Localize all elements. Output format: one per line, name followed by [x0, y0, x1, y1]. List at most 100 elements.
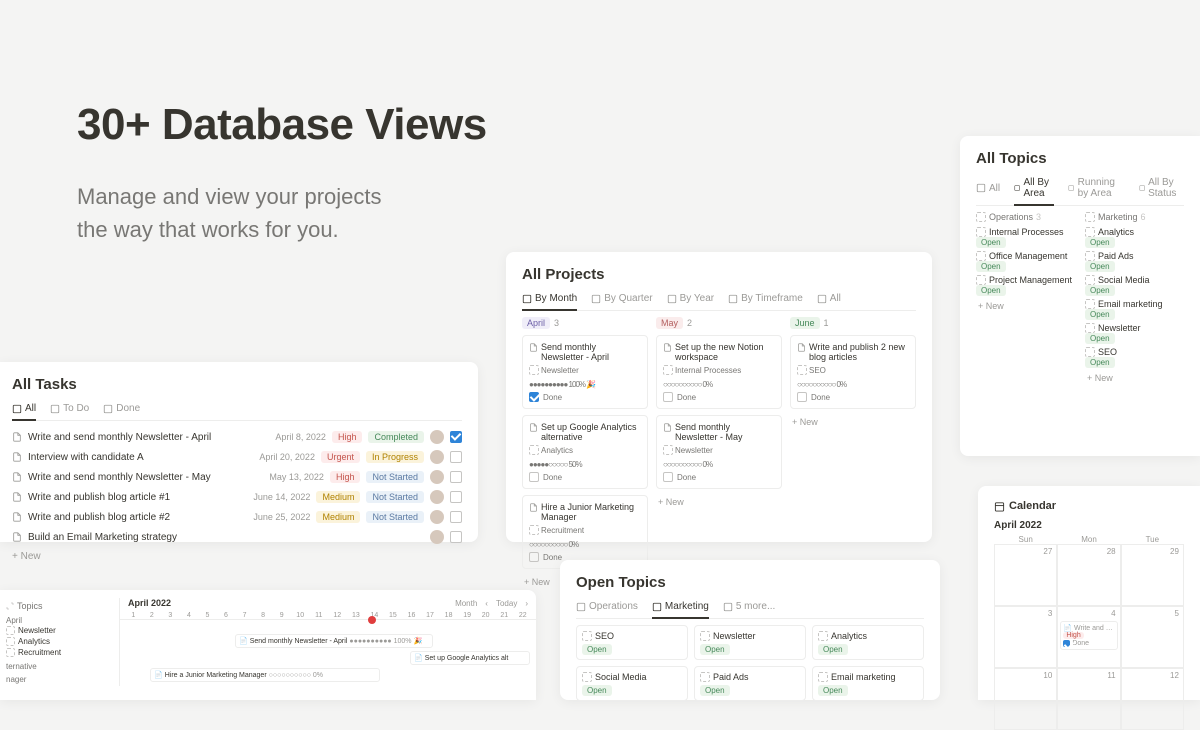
- project-done-label: Done: [677, 393, 696, 402]
- calendar-cell[interactable]: 28: [1057, 544, 1120, 606]
- calendar-cell[interactable]: 11: [1057, 668, 1120, 730]
- project-done-checkbox[interactable]: [663, 472, 673, 482]
- timeline-scale-button[interactable]: Month: [455, 599, 477, 608]
- timeline-bar[interactable]: 📄 Send monthly Newsletter - April ●●●●●●…: [235, 634, 433, 648]
- calendar-cell[interactable]: 3: [994, 606, 1057, 668]
- project-done-label: Done: [543, 473, 562, 482]
- task-row[interactable]: Build an Email Marketing strategy: [12, 527, 462, 547]
- task-checkbox[interactable]: [450, 451, 462, 463]
- timeline-prev-button[interactable]: ‹: [485, 599, 488, 608]
- topic-item[interactable]: Office ManagementOpen: [976, 251, 1075, 271]
- timeline-bar[interactable]: 📄 Hire a Junior Marketing Manager ○○○○○○…: [150, 668, 380, 682]
- view-icon: [591, 294, 601, 304]
- calendar-cell[interactable]: 4📄 Write and send...HighDone: [1057, 606, 1120, 668]
- calendar-cell[interactable]: 12: [1121, 668, 1184, 730]
- task-name: Write and publish blog article #2: [28, 512, 240, 523]
- topic-item[interactable]: Project ManagementOpen: [976, 275, 1075, 295]
- project-card[interactable]: Write and publish 2 new blog articlesSEO…: [790, 335, 916, 409]
- projects-tab-by-quarter[interactable]: By Quarter: [591, 293, 652, 304]
- timeline-group-item[interactable]: Newsletter: [6, 625, 113, 636]
- task-checkbox[interactable]: [450, 471, 462, 483]
- task-checkbox[interactable]: [450, 531, 462, 543]
- topics-tab-running-by-area[interactable]: Running by Area: [1068, 177, 1124, 199]
- task-checkbox[interactable]: [450, 431, 462, 443]
- project-card[interactable]: Send monthly Newsletter - MayNewsletter○…: [656, 415, 782, 489]
- tasks-tab-all[interactable]: All: [12, 403, 36, 421]
- topics-tab-all-by-status[interactable]: All By Status: [1139, 177, 1184, 199]
- topic-add-button[interactable]: + New: [1085, 371, 1184, 385]
- project-card[interactable]: Hire a Junior Marketing ManagerRecruitme…: [522, 495, 648, 569]
- task-status: In Progress: [366, 451, 424, 463]
- open-topics-tabs: Operations Marketing 5 more...: [576, 601, 924, 619]
- projects-tab-by-timeframe[interactable]: By Timeframe: [728, 293, 803, 304]
- projects-tab-by-month[interactable]: By Month: [522, 293, 577, 311]
- tasks-tab-to-do[interactable]: To Do: [50, 403, 89, 414]
- topics-tab-all[interactable]: All: [976, 177, 1000, 199]
- tasks-tab-done[interactable]: Done: [103, 403, 140, 414]
- topic-item[interactable]: AnalyticsOpen: [1085, 227, 1184, 247]
- open-topic-item[interactable]: NewsletterOpen: [694, 625, 806, 660]
- hero-title: 30+ Database Views: [77, 100, 487, 150]
- calendar-cell[interactable]: 10: [994, 668, 1057, 730]
- topic-item[interactable]: Paid AdsOpen: [1085, 251, 1184, 271]
- task-checkbox[interactable]: [450, 511, 462, 523]
- document-icon: [663, 423, 672, 432]
- calendar-event[interactable]: 📄 Write and send...HighDone: [1060, 621, 1117, 650]
- task-row[interactable]: Write and publish blog article #2June 25…: [12, 507, 462, 527]
- timeline-chart[interactable]: April 2022 Month ‹ Today › 1234567891011…: [120, 598, 536, 686]
- project-card[interactable]: Set up Google Analytics alternativeAnaly…: [522, 415, 648, 489]
- document-icon: [12, 472, 22, 482]
- project-done-checkbox[interactable]: [529, 392, 539, 402]
- task-row[interactable]: Write and publish blog article #1June 14…: [12, 487, 462, 507]
- timeline-group-item[interactable]: Analytics: [6, 636, 113, 647]
- task-priority: Urgent: [321, 451, 360, 463]
- timeline-group-item[interactable]: Recruitment: [6, 647, 113, 658]
- all-topics-title: All Topics: [976, 150, 1184, 167]
- all-topics-card: All Topics All All By Area Running by Area…: [960, 136, 1200, 456]
- calendar-cell[interactable]: 27: [994, 544, 1057, 606]
- projects-tab-all[interactable]: All: [817, 293, 841, 304]
- topic-item[interactable]: Social MediaOpen: [1085, 275, 1184, 295]
- project-add-button[interactable]: + New: [656, 495, 782, 509]
- timeline-bar[interactable]: 📄 Set up Google Analytics alt: [410, 651, 530, 665]
- project-card[interactable]: Set up the new Notion workspaceInternal …: [656, 335, 782, 409]
- task-row[interactable]: Write and send monthly Newsletter - MayM…: [12, 467, 462, 487]
- view-icon: [1139, 183, 1145, 193]
- task-row[interactable]: Write and send monthly Newsletter - Apri…: [12, 427, 462, 447]
- open-topic-item[interactable]: SEOOpen: [576, 625, 688, 660]
- topics-tab-all-by-area[interactable]: All By Area: [1014, 177, 1054, 206]
- task-checkbox[interactable]: [450, 491, 462, 503]
- timeline-sidebar: Topics AprilNewsletterAnalyticsRecruitme…: [0, 598, 120, 686]
- task-row[interactable]: Interview with candidate AApril 20, 2022…: [12, 447, 462, 467]
- task-priority: High: [330, 471, 361, 483]
- project-done-checkbox[interactable]: [529, 552, 539, 562]
- open-topic-item[interactable]: AnalyticsOpen: [812, 625, 924, 660]
- open-topics-tab[interactable]: Operations: [576, 601, 638, 612]
- project-add-button[interactable]: + New: [790, 415, 916, 429]
- open-topic-item[interactable]: Paid AdsOpen: [694, 666, 806, 701]
- timeline-today-button[interactable]: Today: [496, 599, 517, 608]
- topic-item[interactable]: NewsletterOpen: [1085, 323, 1184, 343]
- timeline-day: 12: [328, 612, 347, 619]
- calendar-cell[interactable]: 5: [1121, 606, 1184, 668]
- topic-add-button[interactable]: + New: [976, 299, 1075, 313]
- open-topics-tab[interactable]: 5 more...: [723, 601, 775, 612]
- task-assignee-avatar: [430, 530, 444, 544]
- projects-tab-by-year[interactable]: By Year: [667, 293, 714, 304]
- topic-item[interactable]: SEOOpen: [1085, 347, 1184, 367]
- project-card[interactable]: Send monthly Newsletter - AprilNewslette…: [522, 335, 648, 409]
- timeline-next-button[interactable]: ›: [525, 599, 528, 608]
- project-done-checkbox[interactable]: [797, 392, 807, 402]
- open-topics-tab[interactable]: Marketing: [652, 601, 709, 619]
- calendar-cell[interactable]: 29: [1121, 544, 1184, 606]
- all-tasks-new-button[interactable]: + New: [12, 551, 462, 562]
- open-topic-item[interactable]: Social MediaOpen: [576, 666, 688, 701]
- view-icon: [1068, 183, 1074, 193]
- open-topic-item[interactable]: Email marketingOpen: [812, 666, 924, 701]
- timeline-topics-header[interactable]: Topics: [0, 598, 119, 614]
- project-card-tag: SEO: [797, 365, 826, 375]
- topic-item[interactable]: Email marketingOpen: [1085, 299, 1184, 319]
- project-done-checkbox[interactable]: [663, 392, 673, 402]
- project-done-checkbox[interactable]: [529, 472, 539, 482]
- topic-item[interactable]: Internal ProcessesOpen: [976, 227, 1075, 247]
